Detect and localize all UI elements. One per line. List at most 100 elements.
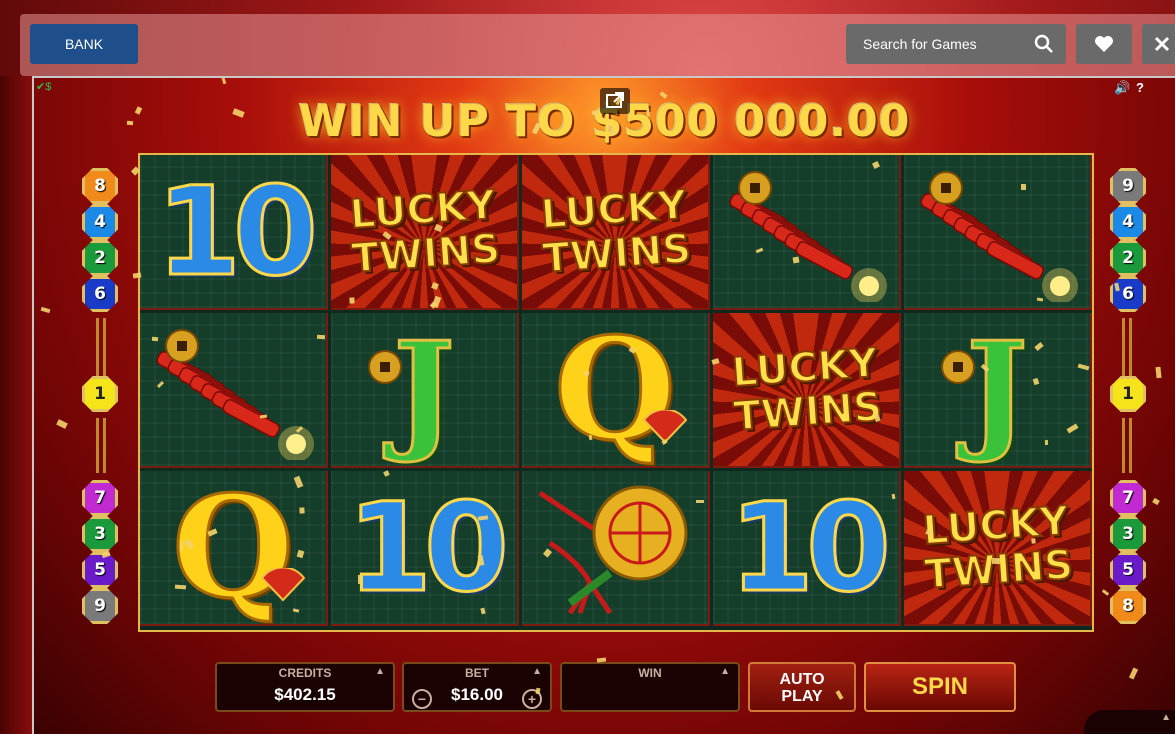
confetti-piece [1101,589,1110,596]
payline-indicator[interactable]: 8 [82,168,118,204]
payline-indicator[interactable]: 2 [1110,240,1146,276]
verified-icon: ✔$ [36,81,52,93]
confetti-piece [991,557,1001,565]
help-icon[interactable]: ? [1136,80,1144,95]
reel-cell: J [904,313,1092,468]
bet-decrease-button[interactable]: − [412,689,432,709]
search-icon[interactable] [1034,34,1054,54]
chevron-up-icon: ▲ [1161,712,1171,723]
payline-indicator[interactable]: 1 [1110,376,1146,412]
search-input[interactable] [863,36,1034,52]
payline-indicator[interactable]: 3 [82,516,118,552]
confetti-piece [696,500,704,503]
payline-number: 8 [1122,596,1134,616]
auto-play-label-1: AUTO [779,671,825,688]
confetti-piece [1044,439,1049,446]
close-button[interactable] [1142,24,1175,64]
payline-indicator[interactable]: 9 [82,588,118,624]
payline-number: 5 [94,560,106,580]
payline-number: 4 [1122,212,1134,232]
payline-number: 1 [94,384,106,404]
payline-indicator[interactable]: 7 [1110,480,1146,516]
bank-button[interactable]: BANK [30,24,138,64]
reel-cell: LUCKY TWINS [713,313,901,468]
sound-icon[interactable]: 🔊 [1114,80,1130,96]
confetti-piece [151,336,159,342]
confetti-piece [357,574,362,585]
confetti-piece [1020,183,1027,191]
confetti-piece [591,110,599,116]
coin-icon [368,350,402,384]
reel-cell [713,155,901,310]
reel-grid[interactable]: 10 Q LUCKY TWINS J 10 LUCKY TWINS Q LUCKY TWINS 10 J… [138,153,1094,632]
reel-cell: J [331,313,519,468]
twins-word: TWINS [540,224,693,282]
payline-number: 2 [94,248,106,268]
right-lattice [1122,418,1132,473]
spin-button[interactable]: SPIN [864,662,1016,712]
twins-word: TWINS [731,382,884,440]
payline-indicator[interactable]: 7 [82,480,118,516]
payline-indicator[interactable]: 5 [82,552,118,588]
symbol-ten: 10 [155,159,320,304]
payline-number: 3 [94,524,106,544]
payline-indicator[interactable]: 6 [82,276,118,312]
confetti-piece [1155,366,1162,379]
payline-indicator[interactable]: 8 [1110,588,1146,624]
payline-indicator[interactable]: 5 [1110,552,1146,588]
twins-word: TWINS [922,540,1075,598]
chevron-up-icon[interactable]: ▲ [720,666,730,677]
reel-cell: 10 [140,155,328,310]
symbol-ten: 10 [346,475,511,620]
reel-cell: Q [522,313,710,468]
confetti-piece [126,120,134,126]
payline-indicator[interactable]: 2 [82,240,118,276]
right-lattice [1122,318,1132,378]
twins-word: TWINS [349,224,502,282]
symbol-queen: Q [553,313,678,468]
payline-number: 2 [1122,248,1134,268]
firecracker-icon [920,170,1078,302]
payline-number: 8 [94,176,106,196]
external-link-icon [606,92,624,108]
payline-number: 7 [94,488,106,508]
credits-value: $402.15 [274,685,336,704]
symbol-lucky-twins: LUCKY TWINS [729,339,884,441]
confetti-piece [1128,667,1139,680]
payline-indicator[interactable]: 4 [82,204,118,240]
payline-indicator[interactable]: 9 [1110,168,1146,204]
chevron-up-icon[interactable]: ▲ [375,666,385,677]
left-lattice [96,318,106,378]
symbol-ten: 10 [728,475,893,620]
confetti-piece [40,306,51,314]
search-box[interactable] [846,24,1066,64]
auto-play-button[interactable]: AUTO PLAY [748,662,856,712]
reel-cell: 10 [331,471,519,626]
lucky-knot-icon [538,485,688,614]
expand-panel-tab[interactable]: ▲ [1084,710,1175,734]
reel-cell: 10 [713,471,901,626]
heart-icon [1095,36,1113,52]
payline-number: 4 [94,212,106,232]
payline-indicator[interactable]: 1 [82,376,118,412]
reel-cell [522,471,710,626]
payline-indicator[interactable]: 3 [1110,516,1146,552]
favorite-button[interactable] [1076,24,1132,64]
popout-button[interactable] [600,88,630,114]
payline-number: 3 [1122,524,1134,544]
payline-indicator[interactable]: 4 [1110,204,1146,240]
slot-game[interactable]: ✔$ WIN UP TO $500 000.00 🔊 ? 842617359 9… [32,76,1175,734]
confetti-piece [646,108,650,117]
firecracker-icon [729,170,887,302]
fan-icon [260,568,306,602]
symbol-jack: J [392,313,456,466]
confetti-piece [316,334,326,340]
chevron-up-icon[interactable]: ▲ [532,666,542,677]
payline-number: 5 [1122,560,1134,580]
payline-number: 9 [94,596,106,616]
reel-cell: LUCKY TWINS [904,471,1092,626]
confetti-piece [1031,538,1036,544]
payline-indicator[interactable]: 6 [1110,276,1146,312]
credits-label: CREDITS [278,666,332,680]
confetti-piece [1152,497,1160,506]
